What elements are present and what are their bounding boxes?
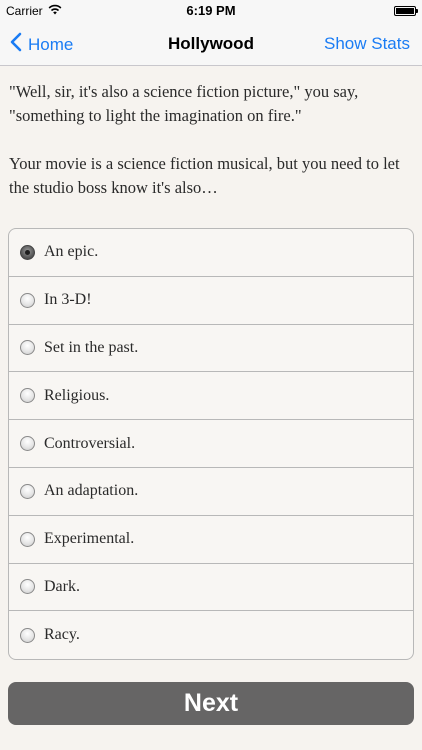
choice-label: An adaptation. [44, 482, 139, 500]
radio-unselected-icon [20, 388, 35, 404]
choice-label: Religious. [44, 386, 110, 404]
choice-option[interactable]: Controversial. [9, 420, 413, 468]
radio-unselected-icon [20, 579, 35, 595]
radio-unselected-icon [20, 340, 35, 356]
choice-option[interactable]: In 3-D! [9, 277, 413, 325]
choice-label: Experimental. [44, 530, 135, 548]
choice-label: Racy. [44, 626, 80, 644]
choice-option[interactable]: Experimental. [9, 516, 413, 564]
show-stats-button[interactable]: Show Stats [324, 34, 410, 54]
choice-label: Set in the past. [44, 338, 139, 356]
radio-selected-icon [20, 244, 35, 260]
choice-label: An epic. [44, 243, 99, 261]
battery-icon [394, 6, 418, 16]
choice-option[interactable]: Religious. [9, 372, 413, 421]
radio-unselected-icon [20, 627, 35, 643]
status-bar: Carrier 6:19 PM [0, 0, 422, 22]
story-paragraph: Your movie is a science fiction musical,… [9, 154, 400, 197]
navigation-bar: Home Hollywood Show Stats [0, 22, 422, 66]
choice-option[interactable]: An adaptation. [9, 468, 413, 516]
status-time: 6:19 PM [186, 3, 236, 18]
radio-unselected-icon [20, 292, 35, 308]
choice-option[interactable]: Set in the past. [9, 325, 413, 373]
choice-option[interactable]: Dark. [9, 564, 413, 612]
radio-unselected-icon [20, 531, 35, 547]
choice-option[interactable]: Racy. [9, 611, 413, 659]
story-text: "Well, sir, it's also a science fiction … [9, 80, 413, 224]
radio-unselected-icon [20, 483, 35, 499]
story-paragraph: "Well, sir, it's also a science fiction … [9, 82, 359, 125]
choice-label: Controversial. [44, 434, 136, 452]
choice-list: An epic. In 3-D! Set in the past. Religi… [8, 228, 414, 661]
radio-unselected-icon [20, 436, 35, 452]
next-button[interactable]: Next [8, 682, 414, 725]
choice-option[interactable]: An epic. [9, 229, 413, 277]
choice-label: Dark. [44, 577, 80, 595]
choice-label: In 3-D! [44, 291, 92, 309]
